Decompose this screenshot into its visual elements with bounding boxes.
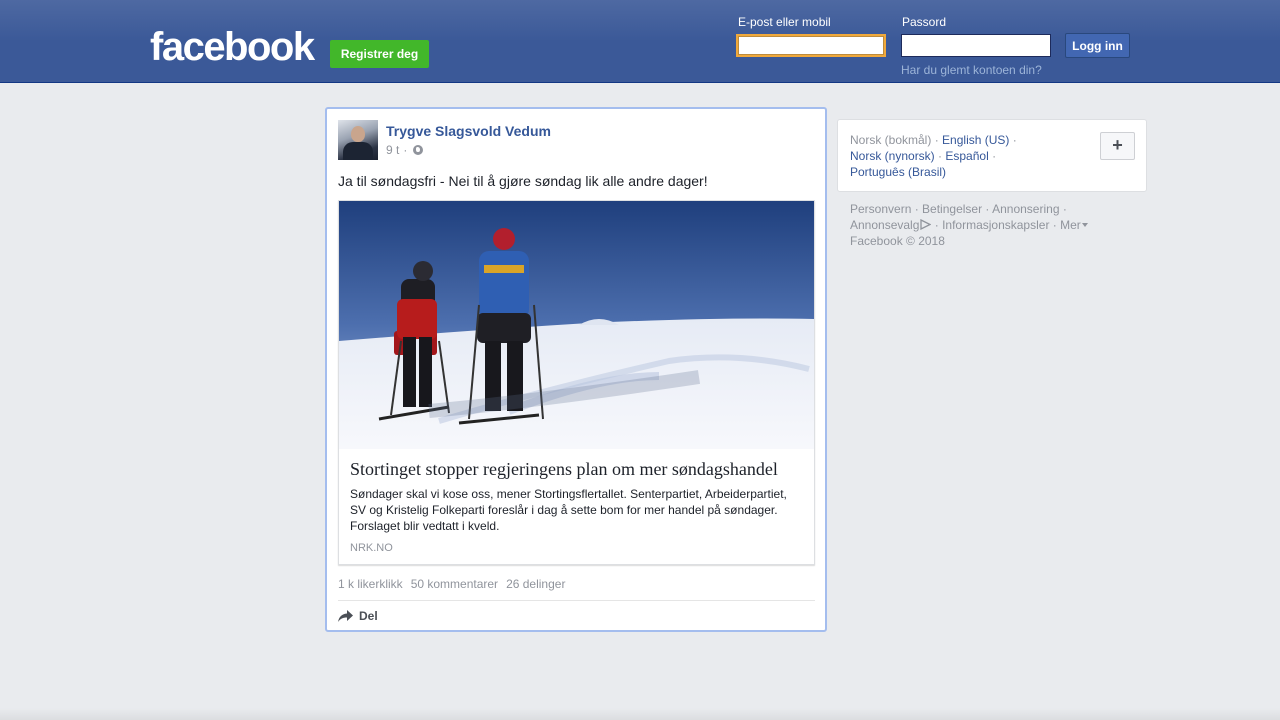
forgot-account-link[interactable]: Har du glemt kontoen din?: [901, 63, 1042, 77]
post-meta: 9 t ·: [386, 143, 424, 157]
post-text: Ja til søndagsfri - Nei til å gjøre sønd…: [338, 173, 708, 189]
post-divider: [338, 600, 815, 601]
post-timestamp[interactable]: 9 t: [386, 143, 399, 157]
copyright: Facebook © 2018: [850, 234, 945, 248]
password-field[interactable]: [901, 34, 1051, 57]
footer-link-advertising[interactable]: Annonsering: [992, 202, 1059, 216]
likes-count[interactable]: 1 k likerklikk: [338, 577, 403, 591]
post-card: Trygve Slagsvold Vedum 9 t · Ja til sønd…: [325, 107, 827, 632]
register-button[interactable]: Registrer deg: [330, 40, 429, 68]
language-option[interactable]: Português (Brasil): [850, 165, 946, 179]
bottom-shade: [0, 708, 1280, 720]
footer-link-cookies[interactable]: Informasjonskapsler: [942, 218, 1049, 232]
login-button[interactable]: Logg inn: [1065, 33, 1130, 58]
top-bar: facebook Registrer deg E-post eller mobi…: [0, 0, 1280, 83]
language-option[interactable]: Norsk (nynorsk): [850, 149, 935, 163]
link-preview-card[interactable]: Stortinget stopper regjeringens plan om …: [338, 200, 815, 565]
meta-separator: ·: [403, 143, 408, 157]
shares-count[interactable]: 26 delinger: [506, 577, 565, 591]
adchoices-icon: [920, 219, 932, 230]
footer-link-adchoices[interactable]: Annonsevalg: [850, 218, 932, 232]
share-label: Del: [359, 609, 378, 623]
share-button[interactable]: Del: [338, 609, 378, 623]
email-field[interactable]: [736, 34, 886, 57]
link-preview-image[interactable]: [339, 201, 814, 449]
skiers-photo: [339, 201, 814, 449]
facebook-logo[interactable]: facebook: [150, 26, 315, 68]
link-description: Søndager skal vi kose oss, mener Stortin…: [350, 487, 787, 533]
language-list: Norsk (bokmål) · English (US) · Norsk (n…: [850, 133, 1017, 179]
avatar-face: [351, 126, 365, 142]
link-title: Stortinget stopper regjeringens plan om …: [350, 459, 778, 479]
footer-link-terms[interactable]: Betingelser: [922, 202, 982, 216]
footer-link-more[interactable]: Mer: [1060, 218, 1088, 232]
link-source: NRK.NO: [350, 542, 393, 554]
password-label: Passord: [902, 15, 947, 29]
author-avatar[interactable]: [338, 120, 378, 160]
caret-down-icon: [1081, 223, 1088, 227]
comments-count[interactable]: 50 kommentarer: [411, 577, 498, 591]
author-name[interactable]: Trygve Slagsvold Vedum: [386, 123, 551, 139]
avatar-suit: [343, 142, 373, 160]
footer-link-privacy[interactable]: Personvern: [850, 202, 911, 216]
plus-icon[interactable]: +: [1100, 132, 1135, 160]
footer-links: Personvern · Betingelser · Annonsering ·…: [850, 201, 1140, 249]
language-option[interactable]: Español: [945, 149, 988, 163]
globe-icon[interactable]: [413, 145, 424, 155]
share-arrow-icon: [338, 610, 353, 622]
email-label: E-post eller mobil: [738, 15, 831, 29]
current-language: Norsk (bokmål): [850, 133, 932, 147]
language-selector: Norsk (bokmål) · English (US) · Norsk (n…: [837, 119, 1147, 192]
language-option[interactable]: English (US): [942, 133, 1009, 147]
post-stats: 1 k likerklikk 50 kommentarer 26 delinge…: [338, 577, 565, 591]
